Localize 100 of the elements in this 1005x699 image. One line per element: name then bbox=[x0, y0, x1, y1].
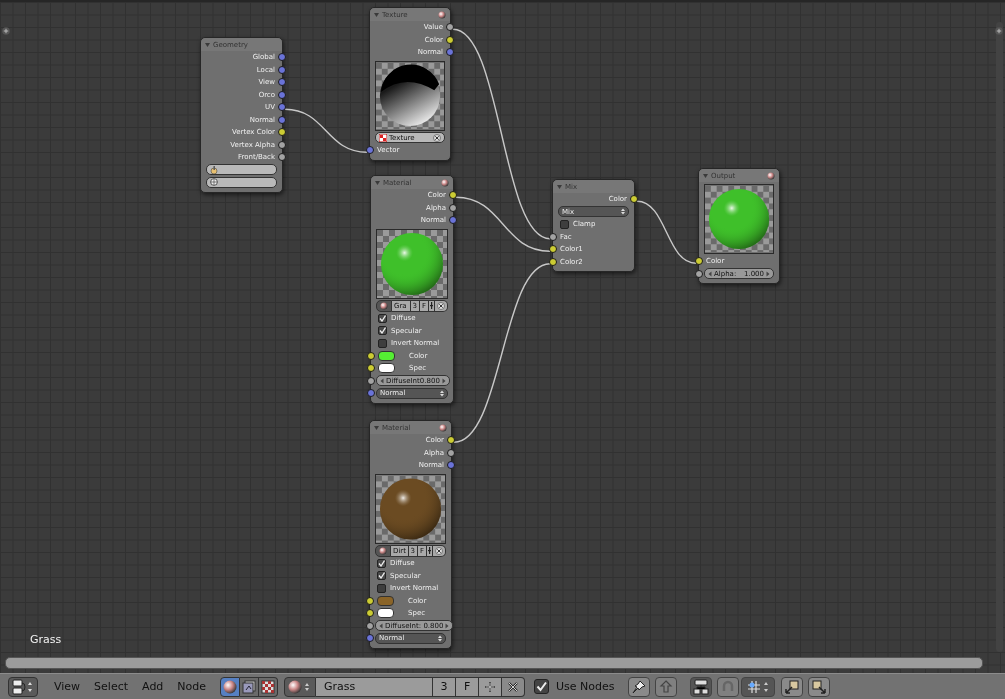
tree-type-button[interactable] bbox=[220, 676, 241, 697]
color-swatch[interactable] bbox=[377, 608, 394, 619]
material-browse-button[interactable] bbox=[284, 676, 317, 697]
checker-icon bbox=[261, 679, 276, 694]
plus-icon[interactable] bbox=[995, 27, 1003, 35]
left-arrow-icon[interactable] bbox=[379, 622, 383, 629]
socket-dot[interactable] bbox=[447, 448, 455, 457]
socket-dot[interactable] bbox=[278, 115, 286, 124]
checkbox[interactable] bbox=[377, 558, 386, 568]
tree-type-button[interactable] bbox=[259, 676, 279, 697]
unlink-button[interactable] bbox=[433, 544, 446, 557]
socket-dot[interactable] bbox=[367, 376, 375, 385]
copy-button[interactable] bbox=[780, 676, 803, 697]
socket-dot[interactable] bbox=[366, 634, 374, 643]
pin-icon bbox=[630, 678, 647, 695]
sphere-icon[interactable] bbox=[441, 178, 449, 187]
checkbox-label: Use Nodes bbox=[556, 680, 615, 693]
socket-dot[interactable] bbox=[278, 128, 286, 137]
scrollbar[interactable] bbox=[996, 22, 1003, 652]
tree-type-button[interactable] bbox=[240, 676, 260, 697]
color-swatch[interactable] bbox=[378, 363, 395, 374]
socket-dot[interactable] bbox=[695, 269, 703, 278]
socket-dot[interactable] bbox=[449, 203, 457, 212]
socket-dot[interactable] bbox=[367, 351, 375, 360]
menu-item[interactable]: Add bbox=[142, 680, 164, 693]
checkbox[interactable] bbox=[377, 583, 386, 593]
checkbox[interactable] bbox=[378, 326, 387, 336]
paste-button[interactable] bbox=[807, 676, 830, 697]
socket-dot[interactable] bbox=[278, 90, 286, 99]
socket-dot[interactable] bbox=[447, 461, 455, 470]
sphere-icon[interactable] bbox=[438, 10, 446, 19]
socket-dot[interactable] bbox=[367, 364, 375, 373]
close-icon[interactable] bbox=[433, 133, 441, 142]
socket-dot[interactable] bbox=[278, 78, 286, 87]
socket-dot[interactable] bbox=[278, 53, 286, 62]
collapse-icon[interactable] bbox=[703, 173, 708, 178]
collapse-icon[interactable] bbox=[205, 42, 210, 47]
sphere-icon[interactable] bbox=[439, 423, 447, 432]
material-name-field[interactable]: Grass bbox=[316, 676, 434, 697]
unlink-button[interactable] bbox=[502, 676, 526, 697]
socket-dot[interactable] bbox=[366, 596, 374, 605]
pin-button[interactable] bbox=[627, 676, 650, 697]
socket-dot[interactable] bbox=[549, 232, 557, 241]
socket-dot[interactable] bbox=[446, 23, 454, 32]
scrollbar[interactable] bbox=[5, 657, 983, 669]
socket-dot[interactable] bbox=[278, 153, 286, 162]
socket-dot[interactable] bbox=[695, 257, 703, 266]
left-arrow-icon[interactable] bbox=[380, 377, 384, 384]
paste-icon bbox=[810, 678, 827, 695]
socket-dot[interactable] bbox=[366, 621, 374, 630]
close-icon bbox=[507, 680, 520, 693]
users-button[interactable]: 3 bbox=[433, 676, 457, 697]
socket-dot[interactable] bbox=[446, 48, 454, 57]
socket-dot[interactable] bbox=[366, 609, 374, 618]
layer-field[interactable] bbox=[206, 164, 277, 176]
socket-dot[interactable] bbox=[366, 146, 374, 155]
sphere-icon bbox=[380, 301, 388, 310]
layer-field[interactable] bbox=[206, 176, 277, 188]
right-arrow-icon[interactable] bbox=[441, 377, 446, 384]
socket-dot[interactable] bbox=[449, 191, 457, 200]
right-arrow-icon[interactable] bbox=[445, 622, 450, 629]
color-swatch[interactable] bbox=[377, 595, 394, 606]
checkbox[interactable] bbox=[378, 313, 387, 323]
add-button[interactable] bbox=[479, 676, 503, 697]
plus-icon[interactable] bbox=[2, 27, 10, 35]
collapse-icon[interactable] bbox=[375, 180, 380, 185]
checkbox[interactable] bbox=[534, 679, 550, 694]
socket-dot[interactable] bbox=[549, 245, 557, 254]
material-browse-button[interactable] bbox=[376, 299, 392, 312]
sphere-icon bbox=[379, 546, 387, 555]
menu-item[interactable]: View bbox=[54, 680, 81, 693]
socket-dot[interactable] bbox=[367, 389, 375, 398]
material-browse-button[interactable] bbox=[375, 544, 391, 557]
sphere-icon[interactable] bbox=[767, 171, 775, 180]
socket-dot[interactable] bbox=[447, 436, 455, 445]
node-link bbox=[636, 200, 697, 264]
left-arrow-icon[interactable] bbox=[708, 270, 712, 277]
socket-dot[interactable] bbox=[449, 216, 457, 225]
collapse-icon[interactable] bbox=[374, 12, 379, 17]
menu-item[interactable]: Select bbox=[94, 680, 129, 693]
menu-item[interactable]: Node bbox=[177, 680, 207, 693]
socket-dot[interactable] bbox=[630, 195, 638, 204]
socket-dot[interactable] bbox=[278, 103, 286, 112]
color-swatch[interactable] bbox=[378, 350, 395, 361]
collapse-icon[interactable] bbox=[557, 184, 562, 189]
checkbox[interactable] bbox=[377, 571, 386, 581]
unlink-button[interactable] bbox=[435, 299, 448, 312]
editor-type-button[interactable] bbox=[8, 676, 38, 697]
collapse-icon[interactable] bbox=[374, 425, 379, 430]
right-arrow-icon[interactable] bbox=[766, 270, 770, 277]
backdrop-button[interactable] bbox=[689, 676, 712, 697]
checkbox[interactable] bbox=[378, 338, 387, 348]
socket-dot[interactable] bbox=[278, 65, 286, 74]
plus-icon bbox=[484, 680, 497, 693]
socket-dot[interactable] bbox=[446, 35, 454, 44]
socket-dot[interactable] bbox=[549, 257, 557, 266]
checkbox[interactable] bbox=[560, 219, 569, 229]
fake-user-button[interactable]: F bbox=[456, 676, 480, 697]
socket-dot[interactable] bbox=[278, 140, 286, 149]
snap-mode-button[interactable] bbox=[740, 676, 775, 697]
